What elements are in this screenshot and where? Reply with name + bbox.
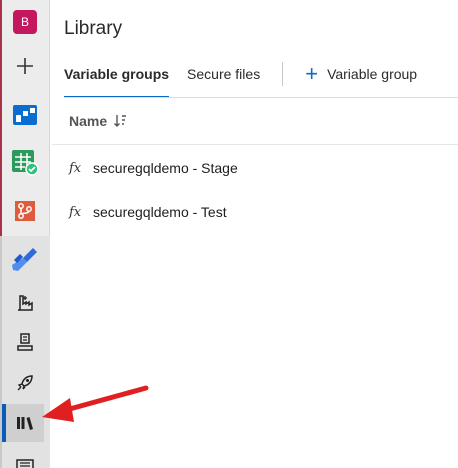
library-button[interactable] [6,404,44,442]
name-column-label: Name [69,113,108,129]
tab-secure-files[interactable]: Secure files [187,62,260,98]
tabs-divider [64,97,458,98]
variable-group-name[interactable]: securegqldemo - Stage [93,160,238,176]
new-project-button[interactable] [6,47,44,85]
org-avatar: B [13,10,37,34]
pipelines-button[interactable] [6,241,44,279]
deployments-button[interactable] [6,364,44,402]
sort-icon [114,115,127,127]
table-row[interactable]: fx securegqldemo - Test [52,190,458,234]
environments-icon [18,295,33,311]
boards-button[interactable] [6,96,44,134]
plus-icon: + [305,61,319,86]
name-column-header[interactable]: Name [69,113,127,129]
plus-icon [17,58,33,74]
header-divider [52,144,458,145]
rail-accent-edge [0,0,2,236]
environments-button[interactable] [6,284,44,322]
nav-rail: B [0,0,50,468]
task-groups-icon [16,459,34,468]
releases-button[interactable] [6,323,44,361]
rocket-icon [17,375,33,391]
add-variable-group-label: Variable group [327,66,418,82]
library-icon [17,417,33,430]
tab-bar: Variable groups Secure files + Variable … [64,62,417,98]
toolbar-divider [282,62,284,86]
repos-icon [15,201,35,221]
pipelines-icon [12,248,37,271]
variable-group-name[interactable]: securegqldemo - Test [93,204,227,220]
test-plans-icon [12,150,39,176]
test-plans-button[interactable] [6,143,44,181]
repos-button[interactable] [6,192,44,230]
tab-variable-groups[interactable]: Variable groups [64,62,170,98]
org-button[interactable]: B [6,3,44,41]
page-title: Library [64,18,123,39]
task-groups-button[interactable] [6,446,44,468]
table-row[interactable]: fx securegqldemo - Stage [52,146,458,190]
variable-group-icon: fx [69,160,82,176]
add-variable-group-button[interactable]: + Variable group [305,61,418,86]
releases-icon [17,333,33,351]
variable-group-icon: fx [69,204,82,220]
library-page: B Library Variable groups Secure files +… [0,0,458,468]
boards-icon [13,105,37,125]
